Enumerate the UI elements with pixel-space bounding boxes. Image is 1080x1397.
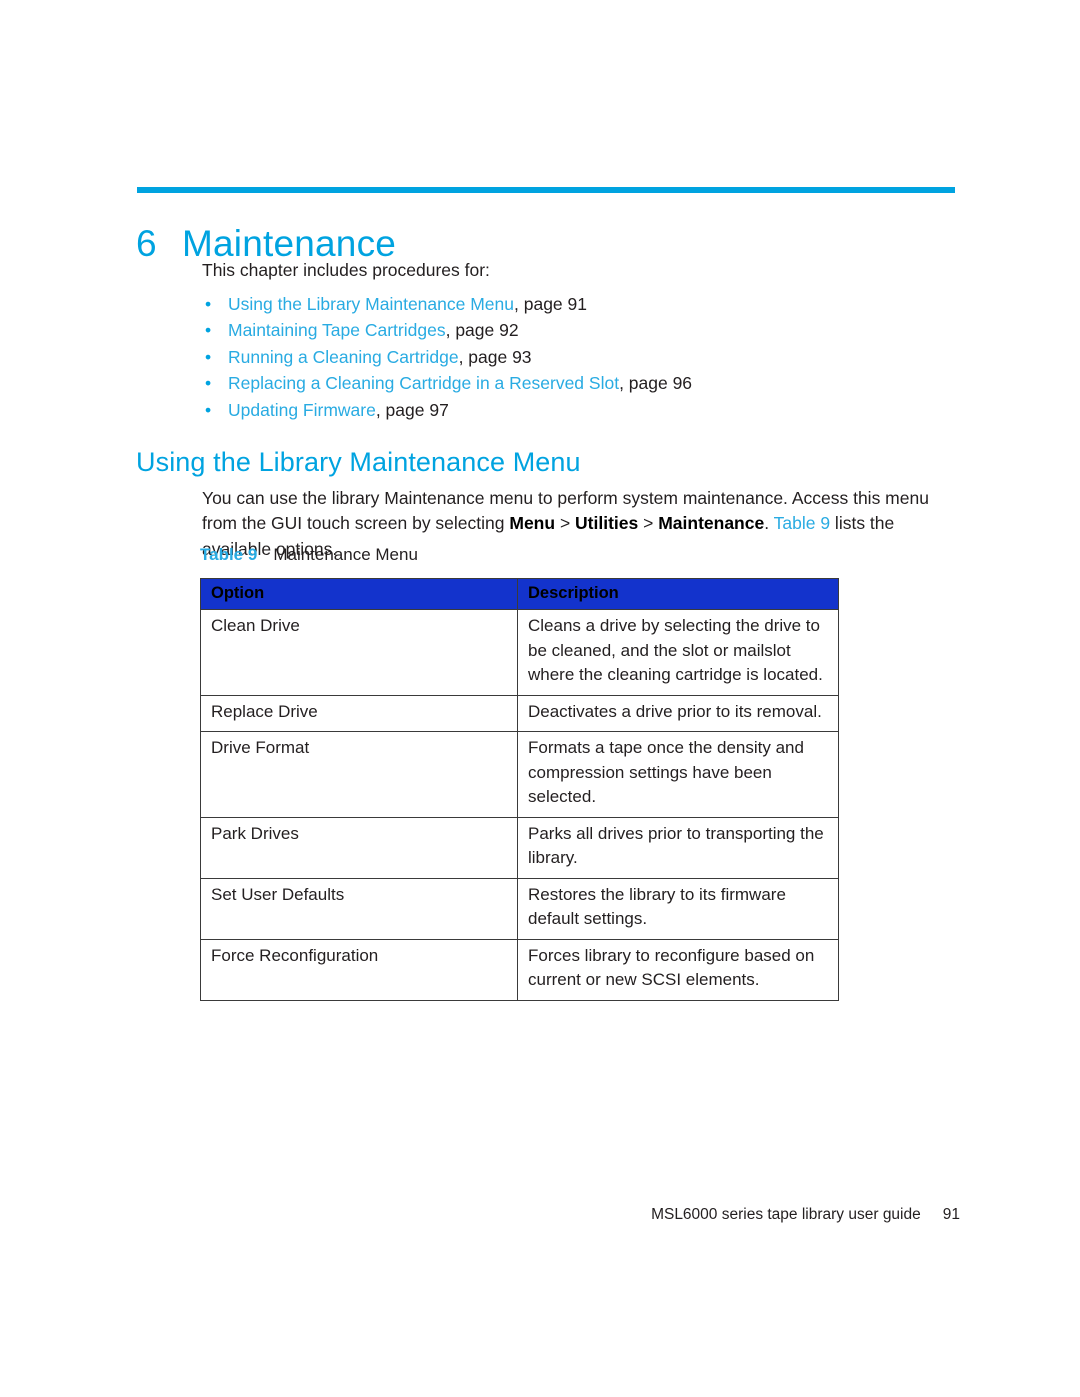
cell-description: Formats a tape once the density and comp…: [517, 731, 839, 818]
paragraph-text-part-2: .: [764, 513, 774, 533]
table-row: Clean Drive Cleans a drive by selecting …: [200, 609, 839, 696]
list-item-page: , page 91: [514, 294, 587, 314]
footer-page-number: 91: [942, 1206, 960, 1223]
intro-lead-in: This chapter includes procedures for:: [202, 260, 490, 280]
cross-reference-link[interactable]: Replacing a Cleaning Cartridge in a Rese…: [228, 373, 619, 393]
ui-path-menu: Menu: [509, 513, 556, 533]
table-row: Force Reconfiguration Forces library to …: [200, 938, 839, 1001]
cell-option: Clean Drive: [200, 609, 518, 696]
list-item[interactable]: • Replacing a Cleaning Cartridge in a Res…: [202, 370, 962, 396]
cross-reference-link[interactable]: Using the Library Maintenance Menu: [228, 294, 514, 314]
cell-description: Cleans a drive by selecting the drive to…: [517, 609, 839, 696]
list-item[interactable]: • Updating Firmware, page 97: [202, 397, 962, 423]
maintenance-menu-table: Option Description Clean Drive Cleans a …: [200, 577, 839, 1001]
list-item-page: , page 93: [458, 346, 532, 367]
list-item[interactable]: • Running a Cleaning Cartridge, page 93: [202, 344, 962, 370]
bullet-icon: •: [205, 373, 212, 394]
list-item-page: , page 92: [445, 320, 519, 341]
ui-path-utilities: Utilities: [575, 513, 639, 533]
table-cross-reference-link[interactable]: Table 9: [774, 513, 830, 533]
ui-path-separator: >: [638, 513, 659, 533]
section-heading: Using the Library Maintenance Menu: [136, 447, 581, 478]
chapter-rule-divider: [137, 187, 955, 193]
bullet-icon: •: [205, 320, 212, 341]
cell-description: Deactivates a drive prior to its removal…: [517, 694, 839, 733]
chapter-number: 6: [136, 222, 157, 264]
cell-option: Replace Drive: [200, 694, 518, 733]
table-row: Replace Drive Deactivates a drive prior …: [200, 694, 839, 733]
footer-guide-title: MSL6000 series tape library user guide: [651, 1206, 921, 1223]
column-header-description: Description: [517, 577, 839, 611]
chapter-title-text: Maintenance: [182, 222, 397, 264]
table-header-row: Option Description: [200, 577, 839, 611]
table-row: Drive Format Formats a tape once the den…: [200, 731, 839, 818]
table-row: Set User Defaults Restores the library t…: [200, 877, 839, 940]
cell-option: Park Drives: [200, 816, 518, 879]
cell-option: Set User Defaults: [200, 877, 518, 940]
cell-description: Forces library to reconfigure based on c…: [517, 938, 839, 1001]
column-header-option: Option: [200, 577, 518, 611]
table-caption-title: Maintenance Menu: [273, 545, 418, 564]
cross-reference-link[interactable]: Updating Firmware: [228, 400, 376, 420]
table-caption-label: Table 9: [200, 545, 258, 564]
bullet-icon: •: [205, 399, 212, 420]
table-caption: Table 9 Maintenance Menu: [200, 545, 418, 565]
cell-option: Drive Format: [200, 731, 518, 818]
cell-description: Restores the library to its firmware def…: [517, 877, 839, 940]
ui-path-separator: >: [555, 513, 576, 533]
bullet-icon: •: [205, 294, 212, 314]
list-item[interactable]: • Using the Library Maintenance Menu, pag…: [202, 291, 962, 317]
chapter-procedures-list: • Using the Library Maintenance Menu, pag…: [202, 291, 962, 423]
bullet-icon: •: [205, 346, 212, 367]
cross-reference-link[interactable]: Maintaining Tape Cartridges: [228, 320, 446, 340]
list-item-page: , page 97: [375, 399, 449, 420]
document-page: 6 Maintenance This chapter includes proce…: [0, 0, 1080, 1397]
ui-path-maintenance: Maintenance: [658, 513, 765, 533]
page-footer: MSL6000 series tape library user guide 91: [0, 1206, 1080, 1224]
table-row: Park Drives Parks all drives prior to tr…: [200, 816, 839, 879]
list-item[interactable]: • Maintaining Tape Cartridges, page 92: [202, 317, 962, 343]
list-item-page: , page 96: [619, 373, 693, 394]
cell-description: Parks all drives prior to transporting t…: [517, 816, 839, 879]
cell-option: Force Reconfiguration: [200, 938, 518, 1001]
cross-reference-link[interactable]: Running a Cleaning Cartridge: [228, 347, 459, 367]
